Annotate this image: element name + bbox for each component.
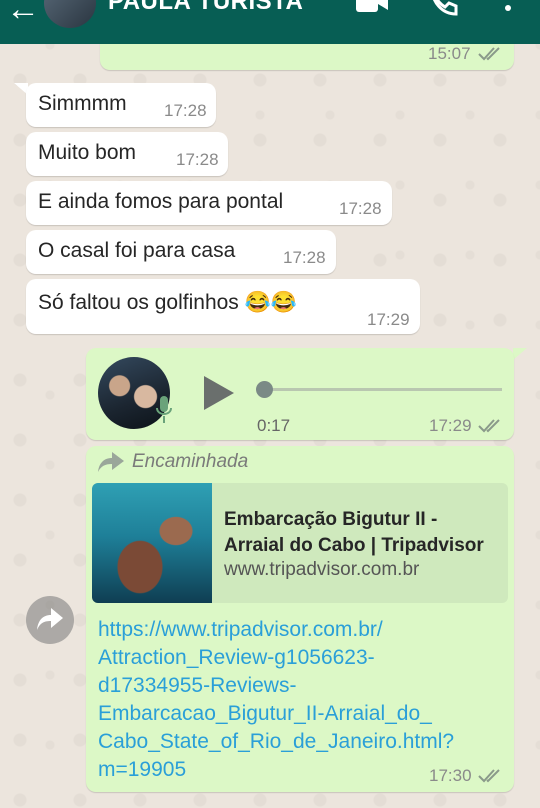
message-text: O casal foi para casa [38, 239, 236, 262]
url-link-line[interactable]: Embarcacao_Bigutur_II-Arraial_do_ [98, 702, 432, 726]
link-preview-card[interactable]: Embarcação Bigutur II - Arraial do Cabo … [92, 483, 508, 603]
quick-forward-button[interactable] [26, 596, 74, 644]
link-preview-thumbnail [92, 483, 212, 603]
more-vertical-icon[interactable] [500, 0, 516, 18]
forwarded-message-bubble[interactable]: Encaminhada Embarcação Bigutur II - Arra… [86, 446, 514, 792]
url-link-line[interactable]: https://www.tripadvisor.com.br/ [98, 618, 383, 642]
play-icon[interactable] [202, 374, 236, 412]
message-bubble-incoming[interactable]: E ainda fomos para pontal 17:28 [26, 181, 392, 225]
link-title-line-1: Embarcação Bigutur II - [224, 509, 438, 530]
contact-avatar[interactable] [44, 0, 96, 28]
url-link-line[interactable]: Attraction_Review-g1056623- [98, 646, 375, 670]
url-link-line[interactable]: d17334955-Reviews- [98, 674, 296, 698]
video-camera-icon[interactable] [356, 0, 388, 12]
message-time: 17:30 [429, 766, 472, 785]
voice-progress-track[interactable] [264, 388, 502, 391]
microphone-icon [156, 396, 172, 423]
message-time: 17:28 [164, 101, 207, 120]
link-title-line-2: Arraial do Cabo | Tripadvisor [224, 535, 484, 556]
voice-duration: 0:17 [257, 416, 291, 435]
message-bubble-incoming[interactable]: Simmmm 17:28 [26, 83, 216, 127]
message-time: 17:29 [367, 310, 410, 329]
message-bubble-incoming[interactable]: Muito bom 17:28 [26, 132, 228, 176]
message-text: Só faltou os golfinhos 😂😂 [38, 291, 297, 314]
voice-message-bubble[interactable]: 0:17 17:29 [86, 348, 514, 440]
message-time: 17:29 [429, 416, 472, 435]
read-ticks-icon [478, 47, 500, 61]
read-ticks-icon [478, 769, 500, 783]
message-time: 15:07 [428, 44, 471, 63]
voice-progress-handle[interactable] [256, 381, 273, 398]
message-text: Muito bom [38, 141, 137, 164]
contact-name[interactable]: PAULA TURISTA [108, 0, 303, 16]
url-link-line[interactable]: m=19905 [98, 758, 186, 782]
message-text: Simmmm [38, 92, 127, 115]
bubble-tail [513, 348, 527, 360]
message-time: 17:28 [176, 150, 219, 169]
message-text: E ainda fomos para pontal [38, 190, 284, 213]
link-preview-domain: www.tripadvisor.com.br [224, 559, 420, 580]
forward-arrow-icon [98, 452, 124, 472]
link-preview-title: Embarcação Bigutur II - Arraial do Cabo … [224, 507, 484, 559]
message-time: 17:28 [339, 199, 382, 218]
read-ticks-icon [478, 419, 500, 433]
phone-icon[interactable] [430, 0, 458, 16]
chat-header: ← PAULA TURISTA [0, 0, 540, 44]
message-time: 17:28 [283, 248, 326, 267]
arrow-left-icon[interactable]: ← [6, 0, 40, 29]
url-link-line[interactable]: Cabo_State_of_Rio_de_Janeiro.html? [98, 730, 454, 754]
share-arrow-icon [37, 608, 63, 630]
message-bubble-incoming[interactable]: Só faltou os golfinhos 😂😂 17:29 [26, 279, 420, 334]
message-bubble-incoming[interactable]: O casal foi para casa 17:28 [26, 230, 336, 274]
forwarded-label: Encaminhada [132, 451, 249, 472]
